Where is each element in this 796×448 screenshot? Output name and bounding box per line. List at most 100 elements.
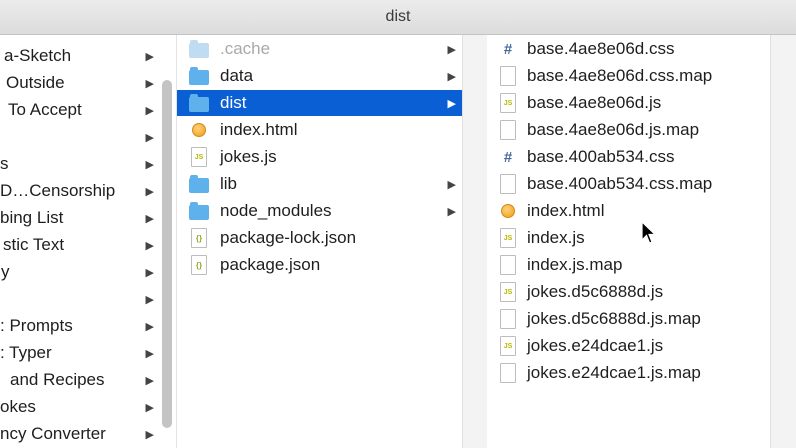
file-item[interactable]: index.html [177,117,462,143]
file-name: index.js [527,228,585,247]
disclosure-arrow-icon[interactable]: ▶ [146,158,154,171]
parent-folder-item[interactable]: D…Censorship ▶ [0,178,158,204]
item-name: dist [220,93,247,112]
disclosure-arrow-icon[interactable]: ▶ [146,131,154,144]
json-file-icon: {} [189,228,209,248]
parent-folder-item[interactable]: y ▶ [0,259,158,285]
finder-column-dist[interactable]: # base.4ae8e06d.css base.4ae8e06d.css.map J… [487,35,770,448]
file-item[interactable]: # base.400ab534.css [487,144,770,170]
folder-name: s [0,154,9,173]
file-name: jokes.e24dcae1.js.map [527,363,701,382]
folder-name: and Recipes [10,370,105,389]
item-name: package-lock.json [220,228,357,247]
file-item[interactable]: base.400ab534.css.map [487,171,770,197]
file-name: base.400ab534.css [527,147,675,166]
parent-folder-item[interactable]: To Accept ▶ [0,97,158,123]
file-name: jokes.e24dcae1.js [527,336,664,355]
parent-folder-item[interactable]: and Recipes ▶ [0,367,158,393]
file-icon [498,255,518,275]
js-file-icon: JS [498,282,518,302]
disclosure-arrow-icon[interactable]: ▶ [146,347,154,360]
column-divider[interactable] [462,35,488,448]
folder-name: Outside [6,73,65,92]
parent-folder-item[interactable]: bing List ▶ [0,205,158,231]
disclosure-arrow-icon[interactable]: ▶ [146,401,154,414]
js-file-icon: JS [498,228,518,248]
item-name: data [220,66,254,85]
folder-item[interactable]: data ▶ [177,63,462,89]
folder-item[interactable]: .cache ▶ [177,36,462,62]
file-item[interactable]: JS jokes.e24dcae1.js [487,333,770,359]
file-item[interactable]: base.4ae8e06d.js.map [487,117,770,143]
disclosure-arrow-icon[interactable]: ▶ [146,293,154,306]
folder-name: bing List [0,208,64,227]
disclosure-arrow-icon[interactable]: ▶ [448,178,456,191]
file-icon [498,174,518,194]
item-name: .cache [220,39,271,58]
disclosure-arrow-icon[interactable]: ▶ [448,70,456,83]
file-item[interactable]: {} package-lock.json [177,225,462,251]
js-file-icon: JS [189,147,209,167]
disclosure-arrow-icon[interactable]: ▶ [146,239,154,252]
file-name: index.html [527,201,605,220]
parent-folder-item[interactable]: ncy Converter ▶ [0,421,158,447]
file-item[interactable]: base.4ae8e06d.css.map [487,63,770,89]
disclosure-arrow-icon[interactable]: ▶ [448,205,456,218]
disclosure-arrow-icon[interactable]: ▶ [146,50,154,63]
disclosure-arrow-icon[interactable]: ▶ [146,374,154,387]
disclosure-arrow-icon[interactable]: ▶ [146,266,154,279]
file-item[interactable]: JS jokes.js [177,144,462,170]
window-title: dist [385,8,411,25]
finder-column-project[interactable]: .cache ▶ data ▶ dist ▶ index.html JS jokes.js lib… [177,35,462,448]
disclosure-arrow-icon[interactable]: ▶ [146,320,154,333]
parent-folder-item[interactable]: : Prompts ▶ [0,313,158,339]
file-item[interactable]: jokes.e24dcae1.js.map [487,360,770,386]
mouse-pointer-icon [641,221,657,244]
folder-item[interactable]: dist ▶ [177,90,462,116]
css-file-icon: # [503,40,513,58]
file-item[interactable]: JS base.4ae8e06d.js [487,90,770,116]
parent-folder-item[interactable]: a-Sketch ▶ [0,43,158,69]
file-icon [498,309,518,329]
parent-folder-item[interactable]: s ▶ [0,151,158,177]
file-item[interactable]: # base.4ae8e06d.css [487,36,770,62]
item-name: node_modules [220,201,332,220]
disclosure-arrow-icon[interactable]: ▶ [146,428,154,441]
parent-folder-item[interactable]: ▶ [0,286,158,312]
folder-item[interactable]: lib ▶ [177,171,462,197]
parent-folder-item[interactable]: okes ▶ [0,394,158,420]
js-file-icon: JS [498,336,518,356]
column-scrollbar-thumb[interactable] [162,80,172,428]
item-name: package.json [220,255,321,274]
file-icon [498,66,518,86]
disclosure-arrow-icon[interactable]: ▶ [448,97,456,110]
html-file-icon [189,120,209,140]
item-name: jokes.js [220,147,277,166]
file-icon [498,120,518,140]
folder-icon [189,174,209,194]
folder-icon [189,201,209,221]
file-name: base.4ae8e06d.css [527,39,675,58]
file-item[interactable]: index.js.map [487,252,770,278]
parent-folder-item[interactable]: stic Text ▶ [0,232,158,258]
finder-column-parent[interactable]: a-Sketch ▶ Outside ▶ To Accept ▶ ▶ s ▶ D…Censorsh… [0,35,176,448]
disclosure-arrow-icon[interactable]: ▶ [146,77,154,90]
file-item[interactable]: {} package.json [177,252,462,278]
file-item[interactable]: jokes.d5c6888d.js.map [487,306,770,332]
disclosure-arrow-icon[interactable]: ▶ [448,43,456,56]
parent-folder-item[interactable]: ▶ [0,124,158,150]
item-name: lib [220,174,238,193]
disclosure-arrow-icon[interactable]: ▶ [146,212,154,225]
disclosure-arrow-icon[interactable]: ▶ [146,104,154,117]
file-item[interactable]: JS jokes.d5c6888d.js [487,279,770,305]
folder-name: D…Censorship [0,181,116,200]
folder-icon [189,93,209,113]
parent-folder-item[interactable]: Outside ▶ [0,70,158,96]
disclosure-arrow-icon[interactable]: ▶ [146,185,154,198]
file-item[interactable]: JS index.js [487,225,770,251]
parent-folder-item[interactable]: : Typer ▶ [0,340,158,366]
window-titlebar[interactable]: dist [0,0,796,35]
folder-item[interactable]: node_modules ▶ [177,198,462,224]
column-divider[interactable] [770,35,796,448]
file-item[interactable]: index.html [487,198,770,224]
